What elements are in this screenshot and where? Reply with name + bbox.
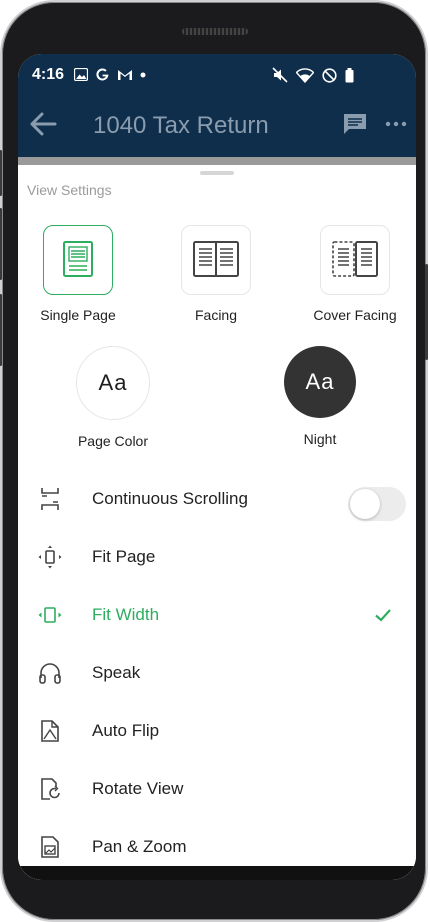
status-bar: 4:16 xyxy=(18,54,416,94)
cover-facing-thumbnail xyxy=(320,225,390,295)
fit-width-label: Fit Width xyxy=(92,605,160,624)
wifi-icon xyxy=(296,67,314,83)
single-page-icon xyxy=(63,241,93,277)
fit-page-label: Fit Page xyxy=(92,547,156,566)
status-time: 4:16 xyxy=(32,66,65,83)
side-key xyxy=(425,264,428,360)
option-rotate-view[interactable]: Rotate View xyxy=(18,761,416,817)
gallery-icon xyxy=(74,68,88,81)
phone-frame: 4:16 1040 Tax Return View Settings Singl… xyxy=(0,2,428,920)
screen: 4:16 1040 Tax Return View Settings Singl… xyxy=(18,54,416,880)
gmail-icon xyxy=(118,70,132,80)
pan-zoom-icon xyxy=(41,836,59,858)
volume-down-button xyxy=(0,208,2,280)
single-page-thumbnail xyxy=(43,225,113,295)
option-fit-page[interactable]: Fit Page xyxy=(18,529,416,585)
auto-flip-icon xyxy=(41,720,59,742)
layout-single-page[interactable]: Single Page xyxy=(28,225,128,323)
continuous-scroll-icon xyxy=(41,488,59,510)
earpiece-speaker xyxy=(182,28,248,35)
fit-width-icon xyxy=(38,607,62,623)
toolbar: 1040 Tax Return xyxy=(18,102,416,146)
more-options-icon[interactable] xyxy=(384,112,408,136)
view-settings-sheet: View Settings Single Page Facing Cover F… xyxy=(18,165,416,880)
power-button xyxy=(0,294,2,366)
theme-night[interactable]: Aa Night xyxy=(270,346,370,447)
page-color-label: Page Color xyxy=(77,433,149,449)
option-continuous-scrolling[interactable]: Continuous Scrolling xyxy=(18,471,416,527)
fit-page-icon xyxy=(38,545,62,569)
checkmark-icon xyxy=(375,609,391,622)
night-swatch: Aa xyxy=(284,346,356,418)
comment-icon[interactable] xyxy=(342,112,368,136)
volume-up-button xyxy=(0,150,2,196)
rotate-view-icon xyxy=(41,778,60,800)
facing-label: Facing xyxy=(194,307,238,323)
continuous-scrolling-toggle[interactable] xyxy=(348,487,406,521)
notification-dot-icon xyxy=(140,72,146,77)
google-icon xyxy=(96,68,109,81)
back-arrow-icon[interactable] xyxy=(28,110,58,138)
speak-label: Speak xyxy=(92,663,141,682)
layout-cover-facing[interactable]: Cover Facing xyxy=(305,225,405,323)
mute-icon xyxy=(272,67,288,83)
headphones-icon xyxy=(39,663,61,684)
pan-zoom-label: Pan & Zoom xyxy=(92,837,187,856)
night-label: Night xyxy=(303,431,337,447)
option-auto-flip[interactable]: Auto Flip xyxy=(18,703,416,759)
theme-page-color[interactable]: Aa Page Color xyxy=(63,346,163,449)
do-not-disturb-icon xyxy=(322,67,337,83)
facing-thumbnail xyxy=(181,225,251,295)
document-title: 1040 Tax Return xyxy=(93,112,269,139)
toggle-knob xyxy=(350,489,380,519)
page-preview-strip xyxy=(18,157,416,165)
sheet-drag-handle[interactable] xyxy=(200,171,234,175)
facing-icon xyxy=(193,241,239,277)
option-fit-width[interactable]: Fit Width xyxy=(18,587,416,643)
auto-flip-label: Auto Flip xyxy=(92,721,160,740)
page-color-swatch: Aa xyxy=(76,346,150,420)
cover-facing-label: Cover Facing xyxy=(313,307,397,323)
system-nav-bar xyxy=(18,866,416,880)
single-page-label: Single Page xyxy=(40,307,116,323)
sheet-title: View Settings xyxy=(27,182,112,198)
layout-facing[interactable]: Facing xyxy=(166,225,266,323)
battery-icon xyxy=(345,67,354,82)
rotate-view-label: Rotate View xyxy=(92,779,184,798)
cover-facing-icon xyxy=(332,241,378,277)
continuous-scrolling-label: Continuous Scrolling xyxy=(92,489,248,508)
option-speak[interactable]: Speak xyxy=(18,645,416,701)
app-bar: 4:16 1040 Tax Return xyxy=(18,54,416,157)
